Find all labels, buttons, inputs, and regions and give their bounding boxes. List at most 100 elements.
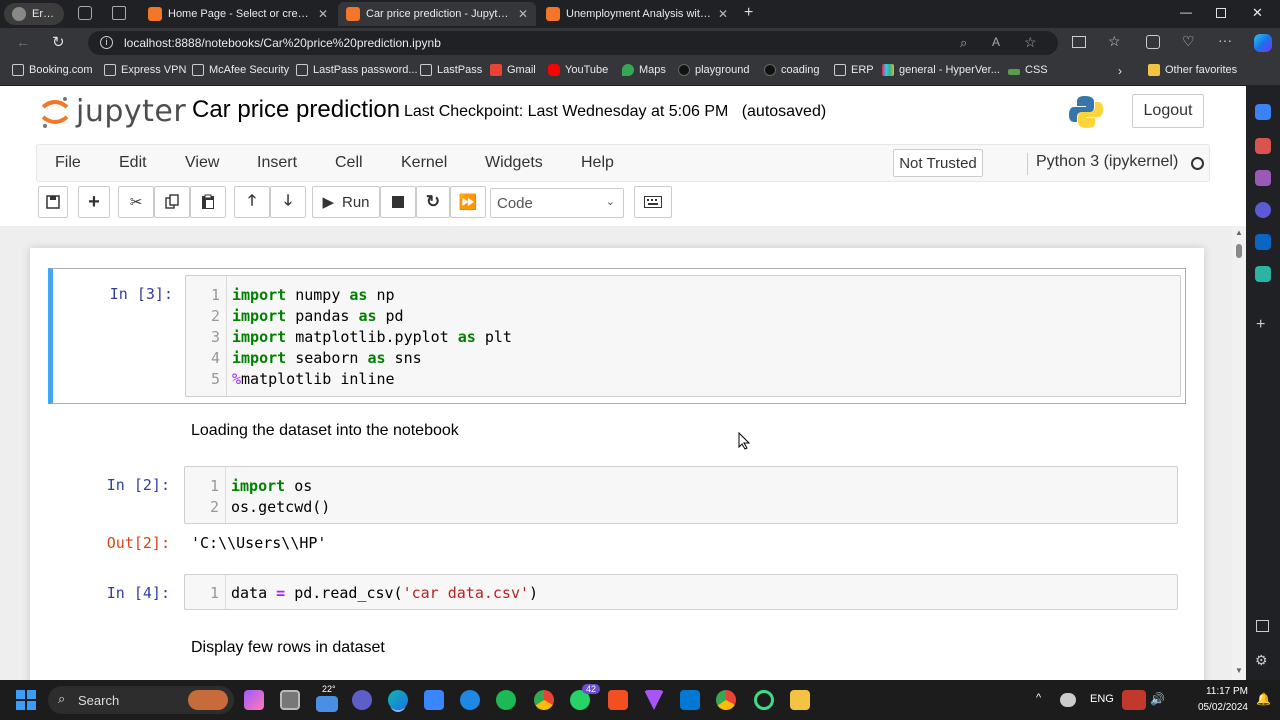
office-icon[interactable] [1255, 202, 1271, 218]
menu-edit[interactable]: Edit [119, 154, 147, 172]
workspaces-icon[interactable] [78, 6, 92, 20]
move-down-button[interactable]: 🡓 [270, 186, 306, 218]
chrome-profile-icon[interactable] [716, 690, 736, 710]
menu-help[interactable]: Help [581, 154, 614, 172]
widgets-icon[interactable] [244, 690, 264, 710]
store-icon[interactable] [424, 690, 444, 710]
code-cell[interactable]: In [2]: 1 2 import os os.getcwd() Out[2]… [48, 460, 1186, 560]
bookmark-coading[interactable]: coading [764, 64, 820, 76]
copilot-icon[interactable] [1254, 34, 1272, 52]
copy-button[interactable] [154, 186, 190, 218]
screen-recorder-icon[interactable] [1122, 690, 1146, 710]
vpn-icon[interactable] [644, 690, 664, 710]
bookmark-lastpass-password[interactable]: LastPass password... [296, 64, 418, 76]
minimize-button[interactable]: — [1180, 5, 1192, 19]
kernel-name[interactable]: Python 3 (ipykernel) [1027, 153, 1178, 175]
restart-kernel-button[interactable]: ↻ [416, 186, 450, 218]
split-screen-icon[interactable] [1072, 36, 1086, 48]
more-options-icon[interactable]: ··· [1218, 32, 1232, 48]
maximize-button[interactable] [1216, 8, 1226, 18]
cell-type-select[interactable]: Code ⌄ [490, 188, 624, 218]
scroll-down-icon[interactable]: ▼ [1235, 666, 1243, 675]
bookmark-youtube[interactable]: YouTube [548, 64, 608, 76]
taskbar-search[interactable]: ⌕ Search [48, 686, 234, 714]
bookmark-playground[interactable]: playground [678, 64, 749, 76]
zoom-icon[interactable]: ⌕ [960, 35, 967, 51]
run-button[interactable]: ▶ Run [312, 186, 380, 218]
code-input-area[interactable]: 1 data = pd.read_csv('car data.csv') [184, 574, 1178, 610]
bookmark-other-favorites[interactable]: Other favorites [1148, 64, 1237, 76]
menu-cell[interactable]: Cell [335, 154, 363, 172]
search-sidebar-icon[interactable] [1255, 104, 1271, 120]
close-tab-icon[interactable]: ✕ [718, 7, 728, 21]
office-app-icon[interactable] [608, 690, 628, 710]
close-tab-icon[interactable]: ✕ [518, 7, 528, 21]
bookmark-css[interactable]: CSS [1008, 64, 1048, 76]
weather-icon[interactable] [316, 696, 338, 712]
code-cell-selected[interactable]: In [3]: 1 2 3 4 5 import numpy as np imp… [48, 268, 1186, 404]
chevron-up-icon[interactable]: ^ [1036, 692, 1041, 704]
move-up-button[interactable]: 🡑 [234, 186, 270, 218]
outlook-icon[interactable] [1255, 234, 1271, 250]
cloud-icon[interactable] [1060, 693, 1076, 707]
drop-icon[interactable] [1255, 266, 1271, 282]
profile-error-button[interactable]: Error [4, 3, 64, 25]
code-input-area[interactable]: 1 2 3 4 5 import numpy as np import pand… [185, 275, 1181, 397]
chevron-right-icon[interactable]: › [1118, 64, 1122, 78]
app-circle-icon[interactable] [754, 690, 774, 710]
bookmark-lastpass[interactable]: LastPass [420, 64, 482, 76]
scroll-up-icon[interactable]: ▲ [1235, 228, 1243, 237]
command-palette-button[interactable] [634, 186, 672, 218]
close-window-button[interactable]: ✕ [1252, 5, 1263, 21]
not-trusted-button[interactable]: Not Trusted [893, 149, 983, 177]
info-icon[interactable]: i [100, 36, 113, 49]
bookmark-erp[interactable]: ERP [834, 64, 874, 76]
url-input[interactable]: i localhost:8888/notebooks/Car%20price%2… [88, 31, 1058, 55]
tools-icon[interactable] [1255, 138, 1271, 154]
cut-button[interactable]: ✂ [118, 186, 154, 218]
app-icon[interactable] [460, 690, 480, 710]
volume-icon[interactable]: 🔊 [1150, 692, 1165, 706]
refresh-icon[interactable]: ↻ [52, 33, 65, 51]
jupyter-logo[interactable]: jupyter [40, 94, 186, 129]
code-cell[interactable]: In [4]: 1 data = pd.read_csv('car data.c… [48, 568, 1186, 618]
page-scrollbar[interactable]: ▲ ▼ [1232, 226, 1246, 680]
bookmark-gmail[interactable]: Gmail [490, 64, 536, 76]
menu-kernel[interactable]: Kernel [401, 154, 447, 172]
add-sidebar-app-icon[interactable]: + [1256, 316, 1265, 334]
chrome-icon[interactable] [534, 690, 554, 710]
menu-file[interactable]: File [55, 154, 81, 172]
paste-button[interactable] [190, 186, 226, 218]
menu-insert[interactable]: Insert [257, 154, 297, 172]
new-tab-button[interactable]: + [744, 4, 753, 22]
scrollbar-thumb[interactable] [1236, 244, 1242, 258]
windows-start-icon[interactable] [16, 690, 36, 710]
favorite-star-icon[interactable]: ☆ [1024, 34, 1037, 51]
bookmark-general-hyperverge[interactable]: general - HyperVer... [882, 64, 1000, 76]
interrupt-button[interactable] [380, 186, 416, 218]
bookmark-mcafee[interactable]: McAfee Security [192, 64, 289, 76]
bookmark-maps[interactable]: Maps [622, 64, 666, 76]
edge-icon[interactable] [388, 690, 408, 710]
notebook-title[interactable]: Car price prediction [192, 96, 400, 124]
notification-bell-icon[interactable]: 🔔 [1256, 692, 1271, 706]
markdown-cell[interactable]: Display few rows in dataset [191, 639, 385, 657]
sidebar-toggle-icon[interactable] [1256, 620, 1269, 632]
bookmark-express-vpn[interactable]: Express VPN [104, 64, 186, 76]
insert-cell-button[interactable]: + [78, 186, 110, 218]
collections-icon[interactable] [1146, 35, 1160, 49]
tab-home-page[interactable]: Home Page - Select or create a notebook … [140, 2, 336, 26]
menu-widgets[interactable]: Widgets [485, 154, 543, 172]
tab-actions-icon[interactable] [112, 6, 126, 20]
read-aloud-icon[interactable]: A [992, 35, 1000, 49]
tab-car-price-prediction[interactable]: Car price prediction - Jupyter Notebook … [338, 2, 536, 26]
logout-button[interactable]: Logout [1132, 94, 1204, 128]
games-icon[interactable] [1255, 170, 1271, 186]
language-indicator[interactable]: ENG [1090, 693, 1114, 705]
favorites-icon[interactable]: ☆ [1108, 33, 1121, 50]
bookmark-booking[interactable]: Booking.com [12, 64, 93, 76]
task-view-icon[interactable] [280, 690, 300, 710]
settings-gear-icon[interactable]: ⚙ [1255, 652, 1268, 669]
code-input-area[interactable]: 1 2 import os os.getcwd() [184, 466, 1178, 524]
restart-run-all-button[interactable]: ⏩ [450, 186, 486, 218]
